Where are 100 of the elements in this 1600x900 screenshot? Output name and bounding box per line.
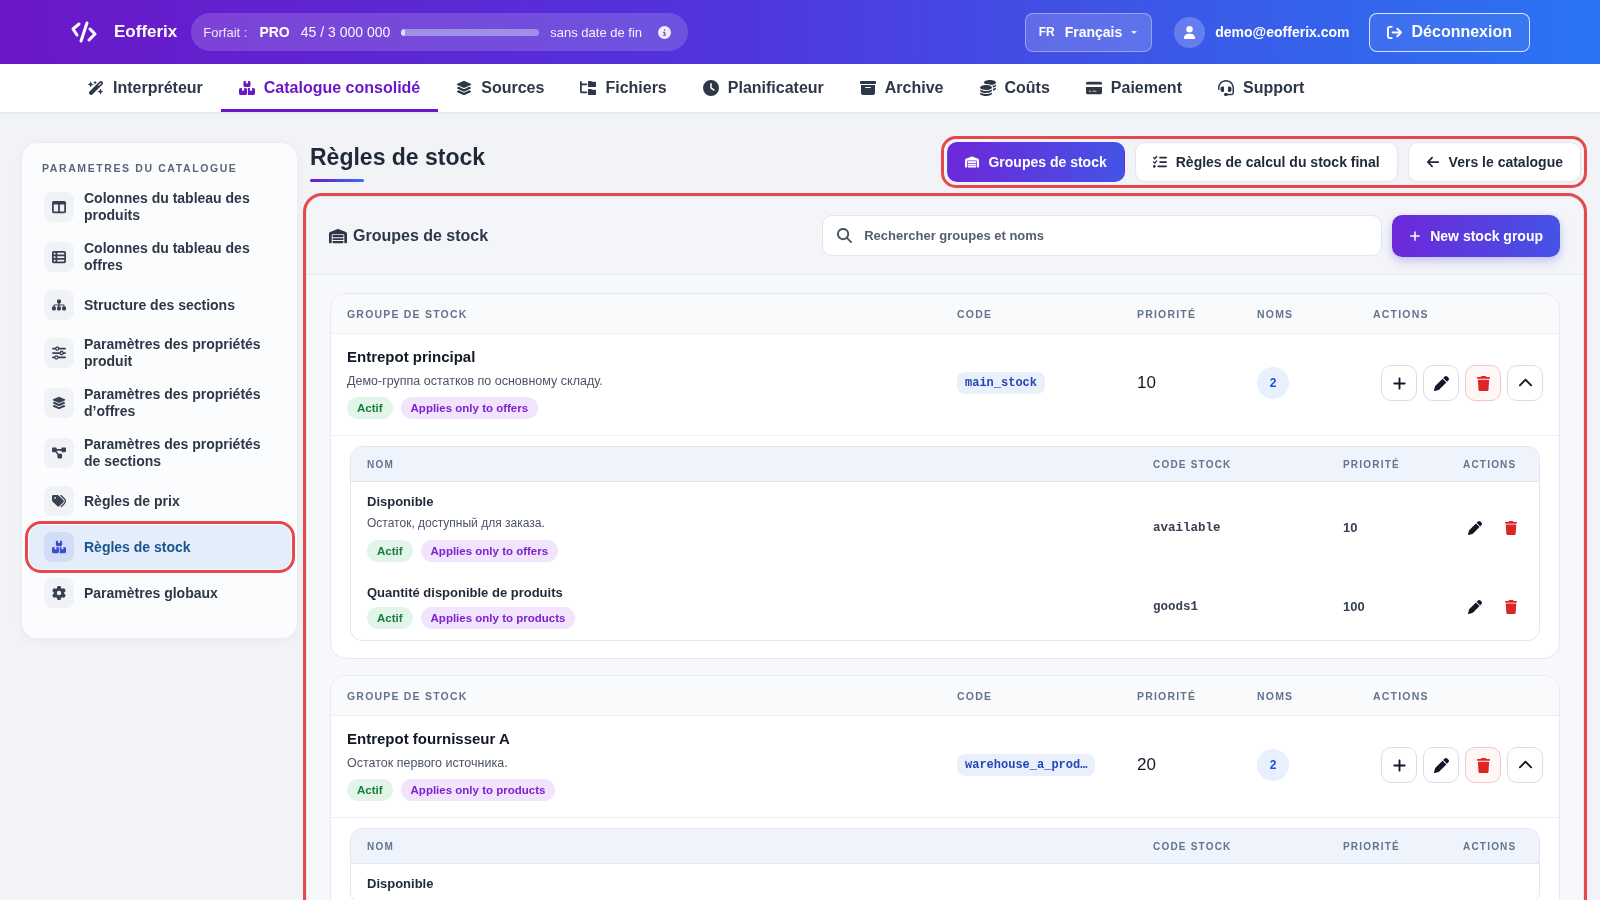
logo-icon (70, 21, 98, 43)
stock-name: Quantité disponible de produits (367, 584, 563, 601)
search-field[interactable]: Rechercher groupes et noms (822, 215, 1383, 256)
language-select[interactable]: FR Français (1024, 12, 1153, 52)
plus-icon (1391, 375, 1407, 391)
avatar-icon (1174, 16, 1206, 48)
info-icon[interactable] (658, 25, 672, 39)
column-header: GROUPE DE STOCK (347, 689, 469, 702)
clock-icon (702, 80, 719, 96)
column-header: NOM (367, 458, 395, 470)
column-header: CODE (957, 689, 994, 702)
sidebar-item[interactable]: Paramètres des propriétés d’offres (29, 379, 291, 427)
headset-icon (1217, 80, 1234, 96)
stock-code: goods1 (1153, 599, 1198, 614)
add-button[interactable] (1381, 365, 1417, 401)
arrow-left-icon (1425, 155, 1440, 169)
names-count-badge: 2 (1257, 749, 1289, 781)
plan-expiry: sans date de fin (550, 24, 643, 40)
logout-button[interactable]: Déconnexion (1368, 12, 1530, 52)
column-header: CODE (957, 307, 994, 320)
columns-icon (44, 192, 74, 222)
pencil-icon (1468, 599, 1482, 614)
stock-name: Disponible (367, 493, 434, 510)
column-header: PRIORITÉ (1137, 689, 1198, 702)
hierarchy-icon (44, 290, 74, 320)
column-header: NOMS (1257, 689, 1295, 702)
scope-badge: Applies only to offers (420, 540, 559, 562)
edit-button[interactable] (1423, 747, 1459, 783)
trash-icon (1504, 520, 1518, 535)
stock-name-description: Остаток, доступный для заказа. (367, 515, 545, 532)
delete-button[interactable] (1465, 747, 1501, 783)
plus-icon (1409, 229, 1422, 242)
nav-tab[interactable]: Planificateur (684, 64, 842, 112)
sidebar-item[interactable]: Paramètres des propriétés produit (29, 329, 291, 377)
magic-wand-icon (88, 80, 104, 96)
status-badge: Actif (367, 540, 413, 562)
trash-icon (1475, 375, 1491, 391)
scope-badge: Applies only to products (420, 607, 576, 629)
code-chip: main_stock (957, 372, 1045, 394)
nav-tab[interactable]: Sources (438, 64, 563, 112)
warehouse-icon (329, 227, 347, 244)
nav-tab[interactable]: Paiement (1067, 64, 1200, 112)
scope-badge: Applies only to products (400, 779, 556, 801)
new-stock-group-button[interactable]: New stock group (1392, 214, 1560, 257)
nodes-icon (44, 438, 74, 468)
trash-icon (1475, 757, 1491, 773)
column-header: ACTIONS (1373, 689, 1430, 702)
edit-button[interactable] (1423, 365, 1459, 401)
status-badge: Actif (367, 607, 413, 629)
tags-icon (44, 486, 74, 516)
page-title: Règles de stock (310, 142, 486, 171)
column-header: NOMS (1257, 307, 1295, 320)
nav-tab[interactable]: Support (1199, 64, 1323, 112)
settings-icon (44, 578, 74, 608)
nav-tab[interactable]: Catalogue consolidé (220, 64, 439, 112)
pencil-icon (1433, 375, 1449, 391)
sidebar-item[interactable]: Colonnes du tableau des offres (29, 233, 291, 281)
layers-icon (44, 388, 74, 418)
nav-tab[interactable]: Interpréteur (70, 64, 221, 112)
sidebar-item[interactable]: Colonnes du tableau des produits (29, 183, 291, 231)
sidebar-item[interactable]: Structure des sections (29, 283, 291, 327)
column-header: PRIORITÉ (1343, 840, 1401, 852)
nav-tab[interactable]: Fichiers (562, 64, 685, 112)
collapse-button[interactable] (1507, 747, 1543, 783)
status-badge: Actif (347, 779, 393, 801)
column-header: ACTIONS (1463, 840, 1518, 852)
archive-box-icon (859, 80, 876, 96)
brand-name: Eofferix (114, 22, 178, 42)
plan-usage: 45 / 3 000 000 (300, 24, 391, 40)
delete-button[interactable] (1465, 365, 1501, 401)
code-chip: warehouse_a_prod… (957, 754, 1096, 776)
layers-icon (456, 80, 473, 96)
view-tab[interactable]: Règles de calcul du stock final (1134, 142, 1398, 182)
sidebar-item[interactable]: Paramètres globaux (29, 571, 291, 615)
scope-badge: Applies only to offers (400, 397, 539, 419)
credit-card-icon (1085, 80, 1102, 96)
column-header: PRIORITÉ (1137, 307, 1198, 320)
plus-icon (1391, 757, 1407, 773)
names-count-badge: 2 (1257, 367, 1289, 399)
folder-tree-icon (580, 80, 597, 96)
sliders-icon (44, 338, 74, 368)
logout-icon (1386, 24, 1402, 40)
group-description: Демо-группа остатков по основному складу. (347, 373, 603, 390)
plan-name: PRO (259, 24, 290, 40)
view-tab[interactable]: Groupes de stock (947, 142, 1125, 182)
column-header: ACTIONS (1373, 307, 1430, 320)
stock-code: available (1153, 520, 1221, 535)
column-header: PRIORITÉ (1343, 458, 1401, 470)
nav-tab[interactable]: Coûts (961, 64, 1068, 112)
view-tab[interactable]: Vers le catalogue (1407, 142, 1581, 182)
column-header: GROUPE DE STOCK (347, 307, 469, 320)
priority-value: 10 (1137, 373, 1156, 393)
add-button[interactable] (1381, 747, 1417, 783)
plan-label: Forfait : (203, 24, 248, 40)
user-email: demo@eofferix.com (1215, 24, 1350, 40)
sidebar-item[interactable]: Paramètres des propriétés de sections (29, 429, 291, 477)
column-header: CODE STOCK (1153, 458, 1233, 470)
collapse-button[interactable] (1507, 365, 1543, 401)
search-icon (837, 228, 853, 243)
nav-tab[interactable]: Archive (841, 64, 962, 112)
